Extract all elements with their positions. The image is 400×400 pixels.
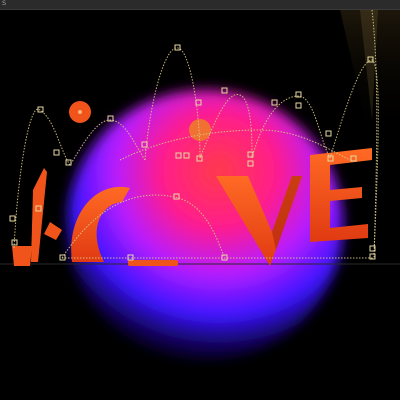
keyframe-anchor[interactable] — [9, 215, 16, 222]
keyframe-anchor[interactable] — [295, 102, 302, 109]
document-tab-label[interactable]: s — [2, 0, 6, 8]
window-titlebar: s — [0, 0, 400, 10]
ambient-light-beams — [340, 10, 400, 140]
letter-l-foot[interactable] — [12, 246, 32, 266]
orange-dot-left-center — [78, 110, 82, 114]
keyframe-anchor[interactable] — [271, 99, 278, 106]
letter-l-stem[interactable] — [31, 168, 47, 262]
composition-canvas[interactable] — [0, 10, 400, 400]
letter-o-base[interactable] — [128, 260, 178, 266]
motion-editor-window: s — [0, 0, 400, 400]
letter-e[interactable] — [310, 148, 372, 242]
keyframe-anchor[interactable] — [325, 130, 332, 137]
composition-viewport[interactable] — [0, 10, 400, 400]
keyframe-anchor[interactable] — [53, 149, 60, 156]
